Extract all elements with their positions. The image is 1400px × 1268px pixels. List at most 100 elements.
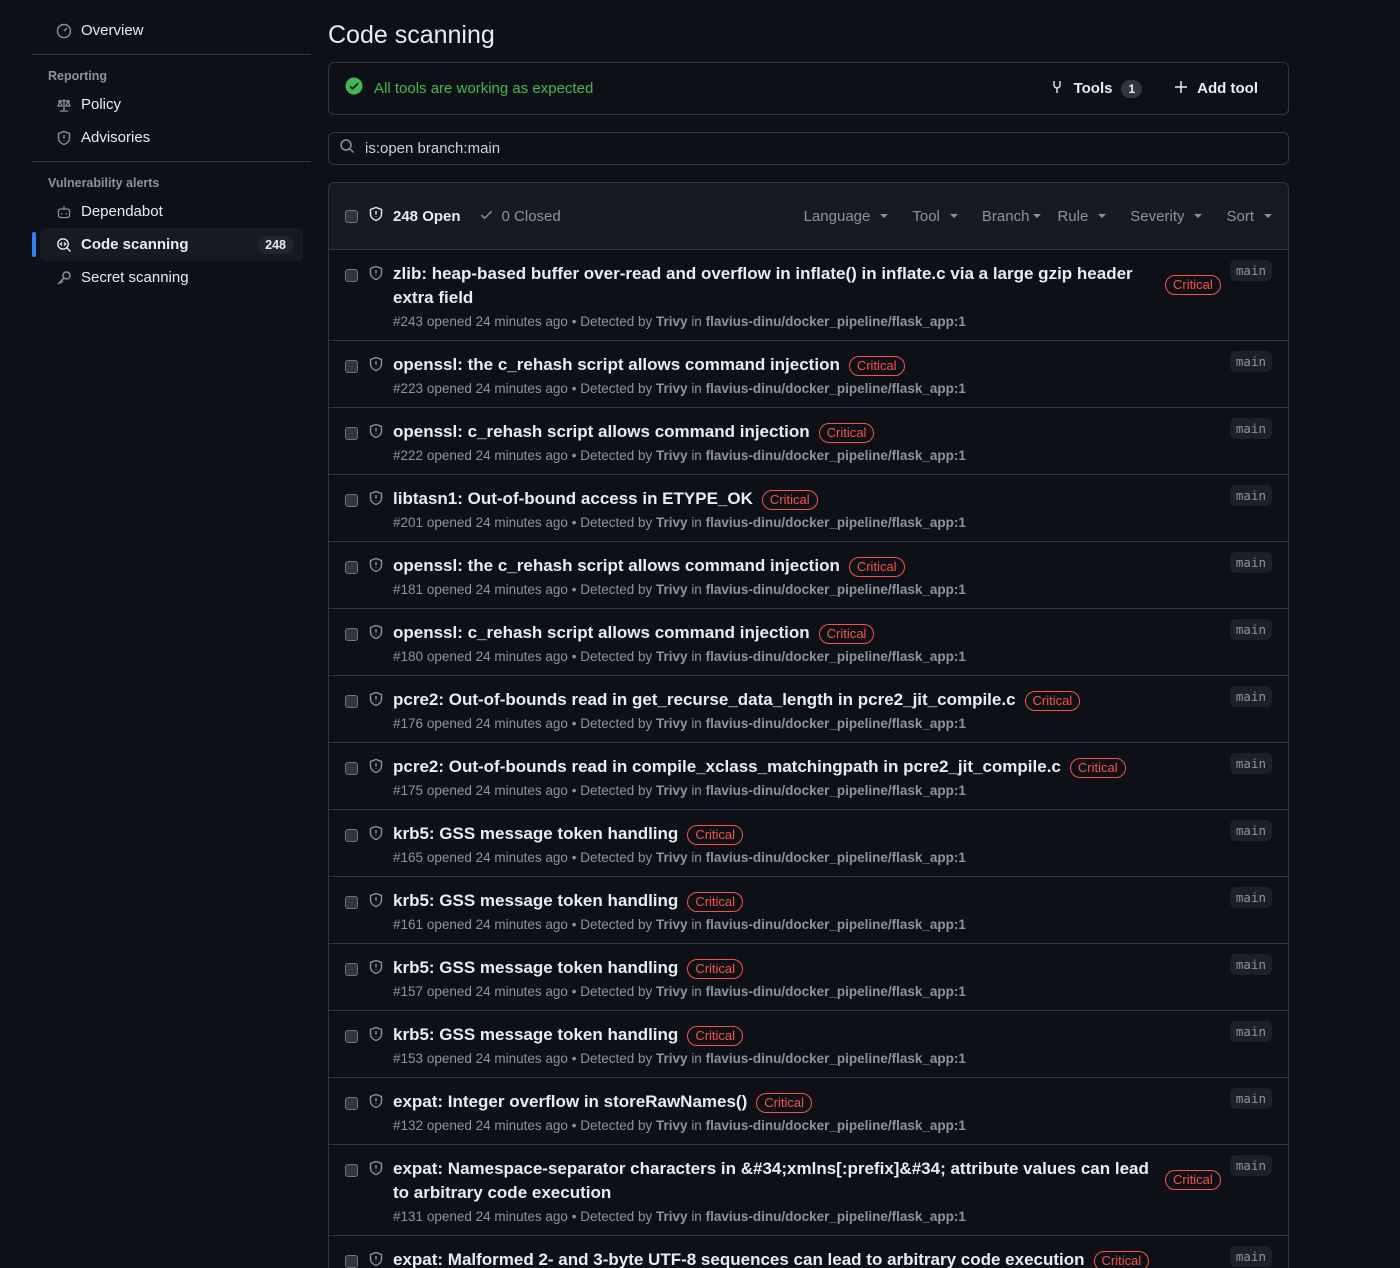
open-count: 248 Open: [393, 207, 461, 225]
alert-title-link[interactable]: krb5: GSS message token handling: [393, 1023, 678, 1047]
row-checkbox[interactable]: [345, 762, 358, 775]
filter-language[interactable]: Language: [804, 208, 889, 225]
alert-path-link[interactable]: flavius-dinu/docker_pipeline/flask_app:1: [706, 515, 966, 530]
alert-path-link[interactable]: flavius-dinu/docker_pipeline/flask_app:1: [706, 448, 966, 463]
alert-title-link[interactable]: openssl: the c_rehash script allows comm…: [393, 554, 840, 578]
sidebar-item-dependabot[interactable]: Dependabot: [40, 195, 303, 228]
filter-rule[interactable]: Rule: [1057, 208, 1107, 225]
row-checkbox[interactable]: [345, 561, 358, 574]
alert-path-link[interactable]: flavius-dinu/docker_pipeline/flask_app:1: [706, 314, 966, 329]
branch-label[interactable]: main: [1229, 351, 1272, 372]
filter-tool[interactable]: Tool: [912, 208, 958, 225]
severity-badge: Critical: [687, 892, 744, 912]
alert-title-link[interactable]: libtasn1: Out-of-bound access in ETYPE_O…: [393, 487, 753, 511]
alert-row[interactable]: openssl: c_rehash script allows command …: [329, 408, 1288, 475]
filter-severity[interactable]: Severity: [1130, 208, 1203, 225]
search-box[interactable]: [328, 132, 1289, 165]
add-tool-button[interactable]: Add tool: [1174, 80, 1258, 98]
sidebar-item-policy[interactable]: Policy: [40, 88, 303, 121]
alert-title-link[interactable]: expat: Malformed 2- and 3-byte UTF-8 seq…: [393, 1248, 1085, 1268]
sidebar-item-code-scanning[interactable]: Code scanning 248: [32, 228, 303, 261]
branch-label[interactable]: main: [1229, 686, 1272, 707]
alert-path-link[interactable]: flavius-dinu/docker_pipeline/flask_app:1: [706, 649, 966, 664]
alert-path-link[interactable]: flavius-dinu/docker_pipeline/flask_app:1: [706, 582, 966, 597]
branch-label[interactable]: main: [1229, 1155, 1272, 1176]
search-input[interactable]: [365, 140, 1265, 157]
alert-title-link[interactable]: krb5: GSS message token handling: [393, 889, 678, 913]
alert-path-link[interactable]: flavius-dinu/docker_pipeline/flask_app:1: [706, 1051, 966, 1066]
row-checkbox[interactable]: [345, 427, 358, 440]
alert-row[interactable]: libtasn1: Out-of-bound access in ETYPE_O…: [329, 475, 1288, 542]
row-checkbox[interactable]: [345, 1255, 358, 1268]
alert-row[interactable]: pcre2: Out-of-bounds read in get_recurse…: [329, 676, 1288, 743]
alert-row[interactable]: expat: Malformed 2- and 3-byte UTF-8 seq…: [329, 1236, 1288, 1268]
alert-title-link[interactable]: openssl: c_rehash script allows command …: [393, 420, 810, 444]
alert-path-link[interactable]: flavius-dinu/docker_pipeline/flask_app:1: [706, 850, 966, 865]
alert-detected: Detected by: [580, 649, 653, 664]
sidebar-heading-vulnerability-alerts: Vulnerability alerts: [48, 176, 160, 190]
branch-label[interactable]: main: [1229, 753, 1272, 774]
alert-row[interactable]: krb5: GSS message token handling Critica…: [329, 810, 1288, 877]
row-checkbox[interactable]: [345, 695, 358, 708]
branch-label[interactable]: main: [1229, 1246, 1272, 1267]
alert-row[interactable]: krb5: GSS message token handling Critica…: [329, 944, 1288, 1011]
alert-row[interactable]: expat: Namespace-separator characters in…: [329, 1145, 1288, 1236]
sidebar-item-secret-scanning[interactable]: Secret scanning: [40, 261, 303, 294]
alert-row[interactable]: krb5: GSS message token handling Critica…: [329, 1011, 1288, 1078]
filter-sort[interactable]: Sort: [1226, 208, 1272, 225]
filter-branch[interactable]: Branch: [982, 208, 1042, 225]
alert-title-link[interactable]: openssl: the c_rehash script allows comm…: [393, 353, 840, 377]
alert-row[interactable]: expat: Integer overflow in storeRawNames…: [329, 1078, 1288, 1145]
row-checkbox[interactable]: [345, 896, 358, 909]
alert-row[interactable]: openssl: the c_rehash script allows comm…: [329, 542, 1288, 609]
alert-path-link[interactable]: flavius-dinu/docker_pipeline/flask_app:1: [706, 381, 966, 396]
alert-title-link[interactable]: openssl: c_rehash script allows command …: [393, 621, 810, 645]
alert-path-link[interactable]: flavius-dinu/docker_pipeline/flask_app:1: [706, 783, 966, 798]
alert-title-link[interactable]: expat: Namespace-separator characters in…: [393, 1157, 1153, 1205]
select-all-checkbox[interactable]: [345, 209, 358, 223]
branch-label[interactable]: main: [1229, 552, 1272, 573]
alert-title-link[interactable]: expat: Integer overflow in storeRawNames…: [393, 1090, 747, 1114]
alert-path-link[interactable]: flavius-dinu/docker_pipeline/flask_app:1: [706, 716, 966, 731]
alert-title-link[interactable]: krb5: GSS message token handling: [393, 956, 678, 980]
branch-label[interactable]: main: [1229, 260, 1272, 281]
alert-title-link[interactable]: zlib: heap-based buffer over-read and ov…: [393, 262, 1153, 310]
alert-row[interactable]: openssl: the c_rehash script allows comm…: [329, 341, 1288, 408]
alert-title-link[interactable]: krb5: GSS message token handling: [393, 822, 678, 846]
alert-path-link[interactable]: flavius-dinu/docker_pipeline/flask_app:1: [706, 984, 966, 999]
alert-in: in: [691, 1209, 702, 1224]
branch-label[interactable]: main: [1229, 619, 1272, 640]
row-checkbox[interactable]: [345, 1097, 358, 1110]
sidebar-item-overview[interactable]: Overview: [40, 14, 303, 47]
branch-label[interactable]: main: [1229, 887, 1272, 908]
alert-path-link[interactable]: flavius-dinu/docker_pipeline/flask_app:1: [706, 1209, 966, 1224]
alert-path-link[interactable]: flavius-dinu/docker_pipeline/flask_app:1: [706, 1118, 966, 1133]
tools-button[interactable]: Tools 1: [1049, 79, 1143, 99]
open-filter[interactable]: 248 Open: [368, 206, 461, 226]
row-checkbox[interactable]: [345, 494, 358, 507]
branch-label[interactable]: main: [1229, 954, 1272, 975]
alert-row[interactable]: openssl: c_rehash script allows command …: [329, 609, 1288, 676]
alert-row[interactable]: pcre2: Out-of-bounds read in compile_xcl…: [329, 743, 1288, 810]
branch-label[interactable]: main: [1229, 418, 1272, 439]
row-checkbox[interactable]: [345, 829, 358, 842]
closed-filter[interactable]: 0 Closed: [479, 207, 561, 226]
sidebar-item-advisories[interactable]: Advisories: [40, 121, 303, 154]
alert-title-link[interactable]: pcre2: Out-of-bounds read in compile_xcl…: [393, 755, 1061, 779]
branch-label[interactable]: main: [1229, 1021, 1272, 1042]
alert-title-link[interactable]: pcre2: Out-of-bounds read in get_recurse…: [393, 688, 1016, 712]
alert-opened: opened 24 minutes ago: [426, 984, 568, 999]
row-checkbox[interactable]: [345, 1030, 358, 1043]
alert-row[interactable]: zlib: heap-based buffer over-read and ov…: [329, 250, 1288, 341]
alert-row[interactable]: krb5: GSS message token handling Critica…: [329, 877, 1288, 944]
branch-label[interactable]: main: [1229, 820, 1272, 841]
row-checkbox[interactable]: [345, 628, 358, 641]
alert-path-link[interactable]: flavius-dinu/docker_pipeline/flask_app:1: [706, 917, 966, 932]
shield-icon: [368, 624, 384, 640]
branch-label[interactable]: main: [1229, 1088, 1272, 1109]
row-checkbox[interactable]: [345, 360, 358, 373]
row-checkbox[interactable]: [345, 269, 358, 282]
branch-label[interactable]: main: [1229, 485, 1272, 506]
row-checkbox[interactable]: [345, 1164, 358, 1177]
row-checkbox[interactable]: [345, 963, 358, 976]
